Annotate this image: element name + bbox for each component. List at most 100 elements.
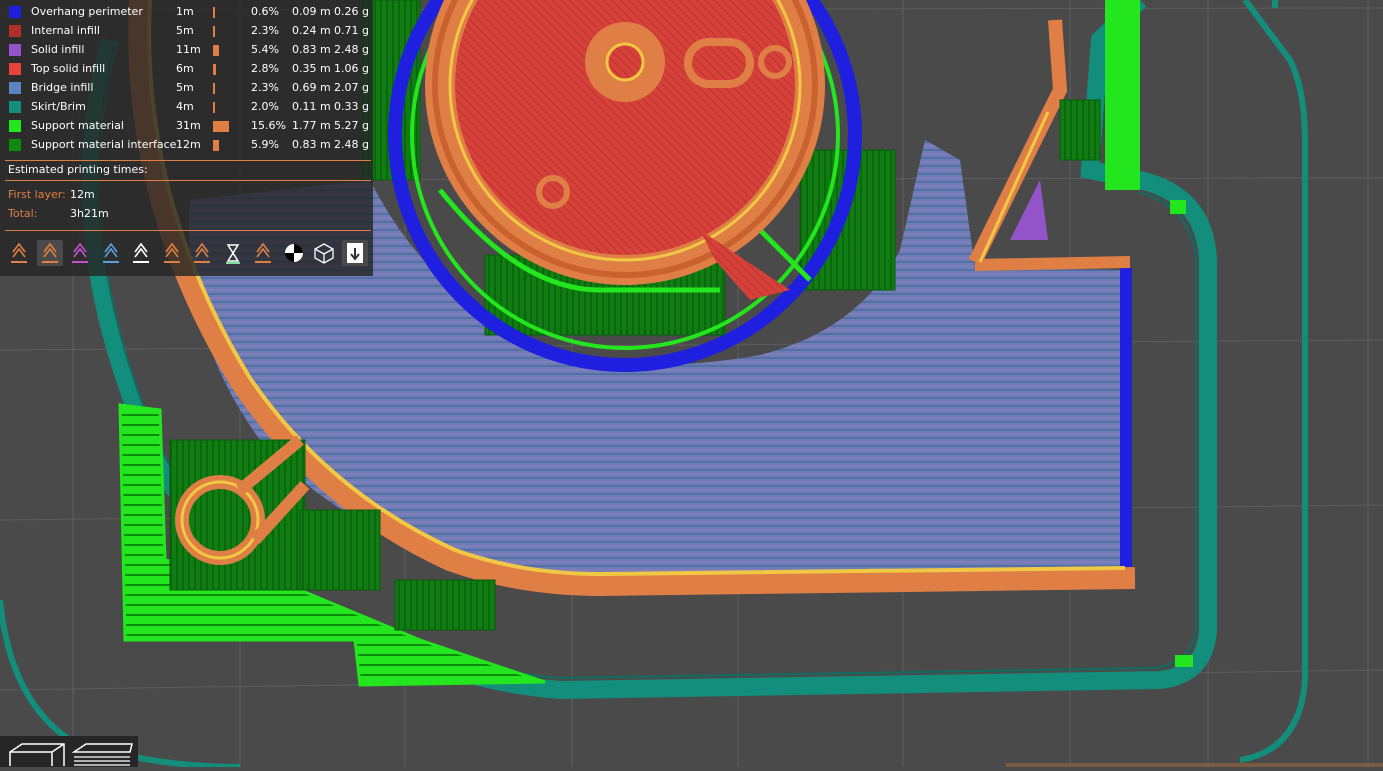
color-swatch — [9, 120, 21, 132]
seams-toggle[interactable] — [128, 240, 154, 266]
color-swatch — [9, 25, 21, 37]
feature-time: 4m — [176, 100, 194, 113]
feature-weight: 0.33 g — [334, 100, 369, 113]
view-mode-buttons — [0, 736, 138, 767]
time-share-bar — [213, 26, 216, 37]
first-layer-label: First layer: — [8, 188, 66, 201]
tool-changes-icon — [163, 242, 180, 263]
total-value: 3h21m — [70, 207, 109, 220]
feature-percent: 2.8% — [251, 62, 279, 75]
wipe-toggle[interactable] — [36, 240, 63, 266]
time-share-bar — [213, 102, 216, 113]
layer-slider-track[interactable] — [1006, 763, 1383, 767]
color-swatch — [9, 101, 21, 113]
feature-length: 0.35 m — [292, 62, 331, 75]
tool-marker-toggle[interactable] — [341, 240, 368, 266]
retractions-icon — [72, 242, 88, 263]
feature-percent: 0.6% — [251, 5, 279, 18]
shells-toggle[interactable] — [311, 240, 337, 266]
feature-time: 31m — [176, 119, 201, 132]
legend-row: Skirt/Brim 4m 2.0% 0.11 m 0.33 g — [0, 98, 373, 117]
feature-length: 0.11 m — [292, 100, 331, 113]
feature-time: 11m — [176, 43, 201, 56]
center-of-gravity-toggle[interactable] — [281, 240, 307, 266]
overhang-edge — [1120, 268, 1132, 573]
feature-weight: 5.27 g — [334, 119, 369, 132]
color-changes-toggle[interactable] — [189, 240, 215, 266]
feature-weight: 2.48 g — [334, 43, 369, 56]
legend-row: Support material interface 12m 5.9% 0.83 m2… — [0, 136, 373, 155]
feature-name: Internal infill — [31, 24, 100, 37]
deretractions-toggle[interactable] — [98, 240, 124, 266]
tool-marker-icon — [346, 243, 363, 263]
feature-length: 1.77 m — [292, 119, 331, 132]
color-swatch — [9, 63, 21, 75]
time-share-bar — [213, 83, 216, 94]
pause-prints-icon — [225, 244, 240, 264]
feature-weight: 1.06 g — [334, 62, 369, 75]
options-toolbar — [5, 238, 371, 270]
legend-row: Overhang perimeter 1m 0.6% 0.09 m 0.26 g — [0, 3, 373, 22]
feature-percent: 5.9% — [251, 138, 279, 151]
feature-name: Solid infill — [31, 43, 85, 56]
pause-prints-toggle[interactable] — [220, 240, 246, 266]
travel-icon — [11, 242, 27, 263]
feature-percent: 15.6% — [251, 119, 286, 132]
feature-percent: 2.3% — [251, 24, 279, 37]
feature-weight: 0.71 g — [334, 24, 369, 37]
time-share-bar — [213, 45, 219, 56]
custom-gcodes-icon — [255, 242, 271, 263]
feature-time: 6m — [176, 62, 194, 75]
legend-row: Solid infill 11m 5.4% 0.83 m 2.48 g — [0, 41, 373, 60]
legend-row: Bridge infill 5m 2.3% 0.69 m 2.07 g — [0, 79, 373, 98]
tool-changes-toggle[interactable] — [159, 240, 185, 266]
time-share-bar — [213, 64, 216, 75]
legend-row: Top solid infill 6m 2.8% 0.35 m 1.06 g — [0, 60, 373, 79]
custom-gcodes-toggle[interactable] — [250, 240, 276, 266]
feature-time: 5m — [176, 81, 194, 94]
feature-weight: 2.48 g — [334, 138, 369, 151]
time-share-bar — [213, 140, 220, 151]
estimated-times-title: Estimated printing times: — [8, 163, 148, 176]
travel-toggle[interactable] — [6, 240, 32, 266]
center-of-gravity-icon — [284, 244, 303, 262]
feature-time: 12m — [176, 138, 201, 151]
feature-length: 0.83 m — [292, 43, 331, 56]
color-swatch — [9, 139, 21, 151]
time-share-bar — [213, 7, 215, 18]
3d-view-button[interactable] — [4, 740, 66, 767]
feature-name: Support material — [31, 119, 124, 132]
time-share-bar — [213, 121, 229, 132]
feature-percent: 5.4% — [251, 43, 279, 56]
feature-weight: 2.07 g — [334, 81, 369, 94]
color-changes-icon — [194, 242, 210, 263]
feature-name: Top solid infill — [31, 62, 106, 75]
wipe-icon — [41, 242, 58, 263]
feature-weight: 0.26 g — [334, 5, 369, 18]
feature-name: Overhang perimeter — [31, 5, 143, 18]
shells-icon — [314, 243, 334, 264]
seams-icon — [133, 242, 149, 263]
feature-name: Skirt/Brim — [31, 100, 86, 113]
separator — [5, 180, 371, 181]
feature-name: Support material interface — [31, 138, 177, 151]
feature-percent: 2.3% — [251, 81, 279, 94]
color-swatch — [9, 82, 21, 94]
feature-length: 0.83 m — [292, 138, 331, 151]
color-swatch — [9, 6, 21, 18]
feature-length: 0.24 m — [292, 24, 331, 37]
legend-row: Internal infill 5m 2.3% 0.24 m 0.71 g — [0, 22, 373, 41]
retractions-toggle[interactable] — [67, 240, 93, 266]
legend-row: Support material 31m 15.6% 1.77 m 5.27 g — [0, 117, 373, 136]
first-layer-value: 12m — [70, 188, 95, 201]
feature-time: 5m — [176, 24, 194, 37]
feature-name: Bridge infill — [31, 81, 94, 94]
preview-button[interactable] — [71, 740, 134, 767]
color-swatch — [9, 44, 21, 56]
feature-percent: 2.0% — [251, 100, 279, 113]
legend-panel: Overhang perimeter 1m 0.6% 0.09 m 0.26 g Inte… — [0, 0, 373, 276]
deretractions-icon — [102, 242, 119, 263]
separator — [5, 160, 371, 161]
cube-icon — [9, 743, 65, 766]
separator — [5, 230, 371, 231]
